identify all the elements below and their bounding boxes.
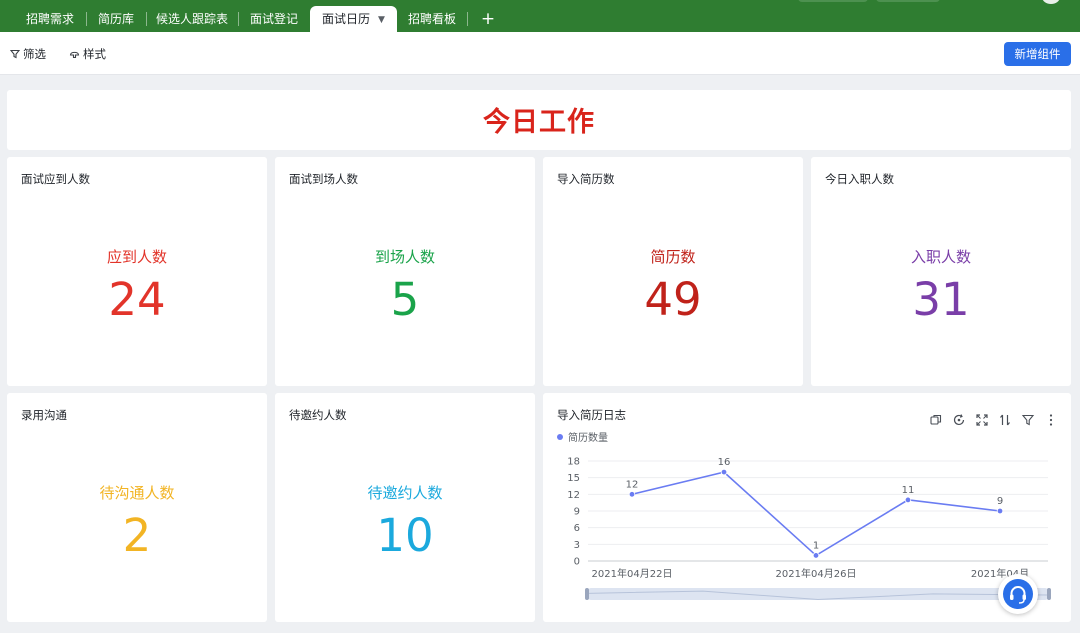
metric-label: 简历数: [650, 248, 696, 266]
chart-card: 导入简历日志 简历数量 0 3 6 9 12 15 18 2021年04月22日 2021年04…: [543, 393, 1071, 622]
tab-divider: [238, 12, 239, 26]
chart-toolbar: [929, 413, 1059, 427]
data-label: 11: [902, 485, 915, 496]
tab-recruit-demand[interactable]: 招聘需求: [18, 6, 82, 32]
metric-label: 待邀约人数: [367, 484, 443, 502]
x-tick-label: 2021年04月26日: [776, 567, 857, 580]
data-point: [904, 496, 912, 504]
tab-interview-register[interactable]: 面试登记: [242, 6, 306, 32]
metric-value: 2: [122, 509, 152, 562]
top-button-partial[interactable]: [876, 0, 940, 2]
metric-value: 24: [108, 273, 166, 326]
tab-divider: [146, 12, 147, 26]
data-label: 1: [813, 540, 819, 551]
metric-card-to-invite: 待邀约人数 待邀约人数 10: [275, 393, 535, 622]
data-point: [720, 468, 728, 476]
x-tick-label: 2021年04月22日: [592, 567, 673, 580]
y-tick-label: 0: [574, 557, 580, 568]
customer-service-button[interactable]: [998, 574, 1038, 614]
top-button-partial[interactable]: [798, 0, 868, 2]
y-tick-label: 6: [574, 523, 580, 534]
tab-interview-calendar-label: 面试日历: [322, 12, 371, 26]
add-tab-button[interactable]: +: [478, 6, 498, 32]
y-tick-label: 12: [567, 490, 580, 501]
avatar[interactable]: [1042, 0, 1060, 4]
y-tick-label: 3: [574, 540, 580, 551]
filter-button[interactable]: 筛选: [9, 44, 46, 64]
data-point: [812, 552, 820, 559]
filter-icon: [9, 49, 21, 59]
card-title: 导入简历数: [557, 172, 615, 186]
card-title: 面试到场人数: [289, 172, 358, 186]
chart-legend[interactable]: 简历数量: [557, 429, 608, 444]
headset-icon: [1003, 579, 1033, 609]
tab-interview-calendar[interactable]: 面试日历 ▼: [310, 6, 397, 32]
palette-icon: [69, 51, 80, 59]
more-icon[interactable]: [1044, 413, 1058, 427]
metric-card-onboard: 今日入职人数 入职人数 31: [811, 157, 1071, 386]
metric-value: 5: [390, 273, 420, 326]
sort-icon[interactable]: [998, 413, 1012, 427]
card-title: 待邀约人数: [289, 408, 347, 422]
metric-value: 10: [376, 509, 434, 562]
caret-down-icon[interactable]: ▼: [378, 7, 385, 33]
legend-marker: [557, 434, 563, 440]
card-title: 录用沟通: [21, 408, 67, 422]
data-point: [996, 507, 1004, 515]
page-title: 今日工作: [483, 107, 595, 138]
metric-label: 待沟通人数: [99, 484, 175, 502]
y-tick-label: 9: [574, 507, 580, 518]
metric-card-resumes: 导入简历数 简历数 49: [543, 157, 803, 386]
style-button[interactable]: 样式: [69, 44, 106, 64]
data-label: 16: [718, 457, 731, 468]
card-title: 面试应到人数: [21, 172, 90, 186]
fullscreen-icon[interactable]: [975, 413, 989, 427]
metric-value: 49: [644, 273, 702, 326]
refresh-icon[interactable]: [952, 413, 966, 427]
metric-card-attended: 面试到场人数 到场人数 5: [275, 157, 535, 386]
filter-label: 筛选: [23, 47, 46, 61]
filter-icon[interactable]: [1021, 413, 1035, 427]
tab-bar: 招聘需求 简历库 候选人跟踪表 面试登记 面试日历 ▼ 招聘看板 +: [0, 0, 1080, 32]
metric-value: 31: [912, 273, 970, 326]
tab-resume-library[interactable]: 简历库: [90, 6, 142, 32]
metric-label: 应到人数: [106, 248, 167, 266]
style-label: 样式: [83, 47, 106, 61]
tab-divider: [467, 12, 468, 26]
range-slider-handle[interactable]: [1047, 588, 1051, 600]
tab-recruit-board[interactable]: 招聘看板: [400, 6, 464, 32]
data-point: [628, 491, 636, 498]
line-chart: 03691215182021年04月22日 2021年04月26日 2021年04月…: [567, 457, 1051, 600]
add-component-button[interactable]: 新增组件: [1004, 42, 1071, 66]
metric-card-offer-communication: 录用沟通 待沟通人数 2: [7, 393, 267, 622]
metric-label: 到场人数: [374, 248, 435, 266]
tab-candidate-tracking[interactable]: 候选人跟踪表: [150, 6, 234, 32]
data-label: 9: [997, 496, 1003, 507]
tab-divider: [86, 12, 87, 26]
data-label: 12: [626, 479, 639, 490]
y-tick-label: 18: [567, 457, 580, 468]
card-title: 今日入职人数: [825, 172, 894, 186]
copy-icon[interactable]: [929, 413, 943, 427]
metric-label: 入职人数: [910, 248, 971, 266]
y-tick-label: 15: [567, 473, 580, 484]
hero-banner: 今日工作: [7, 90, 1071, 150]
range-slider-handle[interactable]: [585, 588, 589, 600]
metric-card-expected: 面试应到人数 应到人数 24: [7, 157, 267, 386]
toolbar: 筛选 样式 新增组件: [0, 32, 1080, 75]
card-title: 导入简历日志: [557, 408, 626, 422]
